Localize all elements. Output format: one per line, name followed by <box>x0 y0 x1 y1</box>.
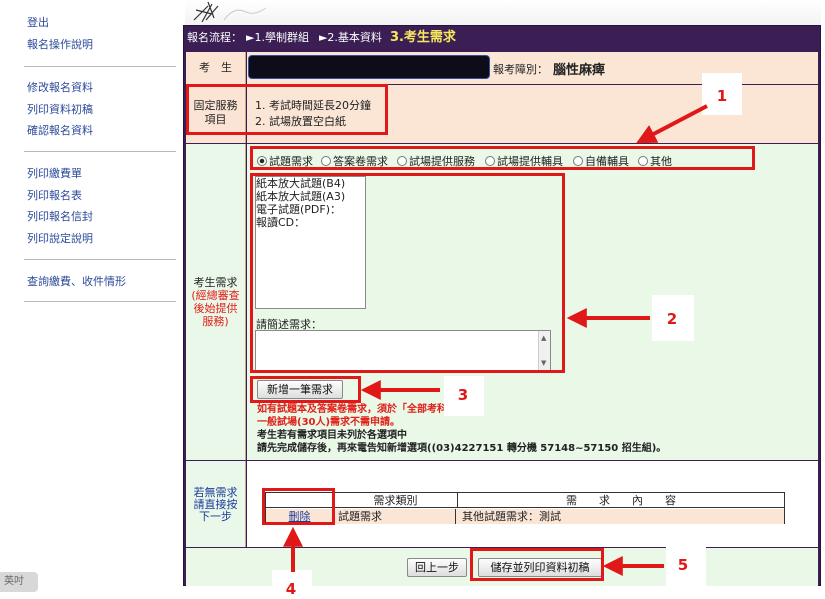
annotation-arrows <box>283 104 708 576</box>
annotation-arrow-1 <box>636 104 708 144</box>
